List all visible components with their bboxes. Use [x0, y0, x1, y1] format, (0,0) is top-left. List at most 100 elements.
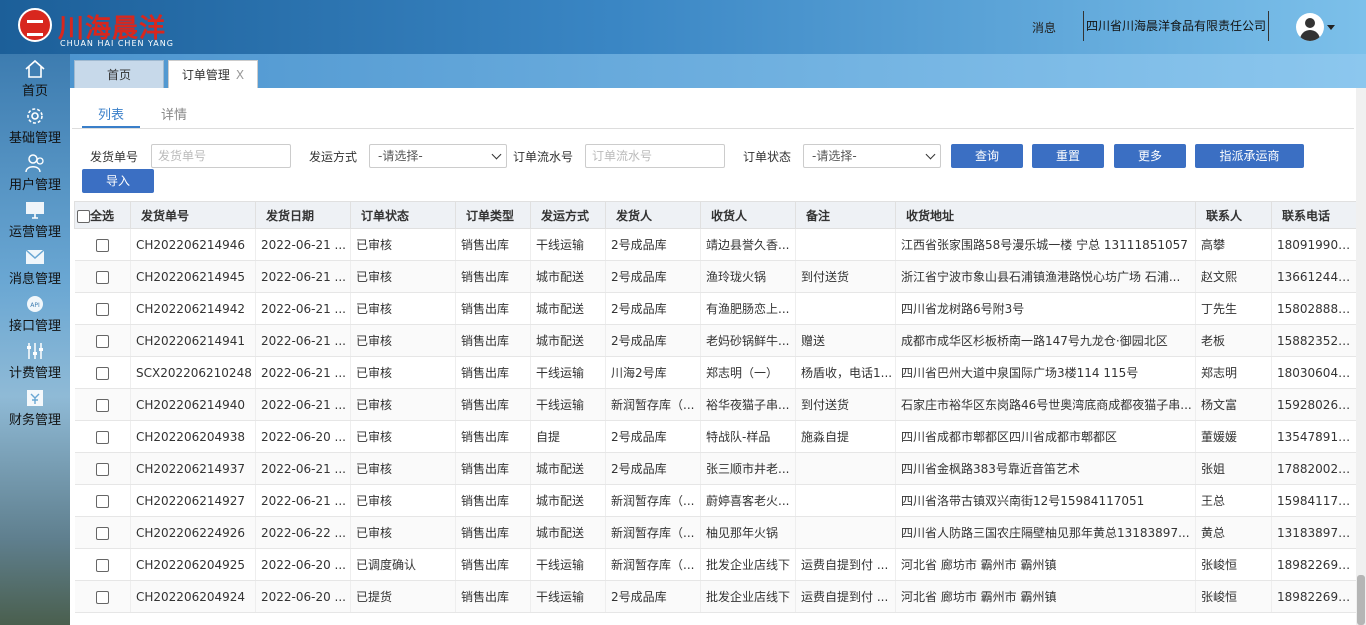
- column-header[interactable]: 发货日期: [255, 201, 351, 229]
- sidebar-item-api[interactable]: API 接口管理: [0, 291, 70, 337]
- row-select-cell: [74, 516, 131, 549]
- table-cell: 销售出库: [455, 356, 531, 389]
- sidebar-item-home[interactable]: 首页: [0, 56, 70, 102]
- table-cell: 2022-06-21 ...: [255, 292, 351, 325]
- table-row[interactable]: CH202206224926 2022-06-22 ... 已审核 销售出库 城市配送新…: [74, 516, 1357, 549]
- row-checkbox[interactable]: [95, 398, 109, 412]
- table-cell: 城市配送: [530, 484, 606, 517]
- sidebar-item-users[interactable]: 用户管理: [0, 150, 70, 196]
- scrollbar-thumb[interactable]: [1357, 575, 1365, 625]
- row-checkbox[interactable]: [95, 302, 109, 316]
- table-cell: 已审核: [350, 356, 456, 389]
- subtab-detail[interactable]: 详情: [150, 104, 198, 128]
- table-row[interactable]: SCX202206210248 2022-06-21 ... 已审核 销售出库 干线运输…: [74, 356, 1357, 389]
- table-cell: 2022-06-20 ...: [255, 420, 351, 453]
- ship-no-input[interactable]: [151, 144, 291, 168]
- row-select-cell: [74, 484, 131, 517]
- column-header[interactable]: 联系电话: [1271, 201, 1357, 229]
- brand-logo[interactable]: 川海晨洋 CHUAN HAI CHEN YANG: [18, 6, 178, 50]
- row-checkbox[interactable]: [95, 270, 109, 284]
- table-row[interactable]: CH202206204924 2022-06-20 ... 已提货 销售出库 干线运输 2…: [74, 580, 1357, 613]
- tab-order-management[interactable]: 订单管理 X: [168, 60, 258, 88]
- more-button[interactable]: 更多: [1114, 144, 1186, 168]
- column-header[interactable]: 收货人: [700, 201, 796, 229]
- user-avatar-icon[interactable]: [1296, 13, 1324, 41]
- table-row[interactable]: CH202206214942 2022-06-21 ... 已审核 销售出库 城市配送 2…: [74, 292, 1357, 325]
- table-cell: 城市配送: [530, 452, 606, 485]
- table-cell: 成都市成华区杉板桥南一路147号九龙仓·御园北区: [895, 324, 1196, 357]
- chevron-down-icon[interactable]: [1327, 25, 1335, 30]
- api-icon: API: [27, 296, 43, 312]
- table-row[interactable]: CH202206214945 2022-06-21 ... 已审核 销售出库 城市配送 2…: [74, 260, 1357, 293]
- column-header[interactable]: 发运方式: [530, 201, 606, 229]
- table-row[interactable]: CH202206214946 2022-06-21 ... 已审核 销售出库 干线运输 2…: [74, 228, 1357, 261]
- import-button[interactable]: 导入: [82, 169, 154, 193]
- table-cell: 运费自提到付 ...: [795, 548, 896, 581]
- column-header[interactable]: 发货人: [605, 201, 701, 229]
- table-cell: 赠送: [795, 324, 896, 357]
- table-cell: 到付送货: [795, 260, 896, 293]
- sidebar-item-basic[interactable]: 基础管理: [0, 103, 70, 149]
- table-cell: 13661244795: [1271, 260, 1357, 293]
- table-cell: 丁先生: [1195, 292, 1272, 325]
- table-row[interactable]: CH202206214937 2022-06-21 ... 已审核 销售出库 城市配送 2…: [74, 452, 1357, 485]
- row-checkbox[interactable]: [95, 526, 109, 540]
- company-name: 四川省川海晨洋食品有限责任公司: [1083, 11, 1270, 41]
- checkbox-icon[interactable]: [77, 209, 90, 223]
- column-header[interactable]: 发货单号: [130, 201, 256, 229]
- table-cell: 2号成品库: [605, 324, 701, 357]
- table-cell: CH202206204938: [130, 420, 256, 453]
- close-icon[interactable]: X: [236, 68, 244, 82]
- table-cell: 2号成品库: [605, 452, 701, 485]
- table-row[interactable]: CH202206214941 2022-06-21 ... 已审核 销售出库 城市配送 2…: [74, 324, 1357, 357]
- row-checkbox[interactable]: [95, 462, 109, 476]
- reset-button[interactable]: 重置: [1032, 144, 1104, 168]
- table-cell: CH202206214940: [130, 388, 256, 421]
- tab-home[interactable]: 首页: [74, 60, 164, 88]
- table-row[interactable]: CH202206214940 2022-06-21 ... 已审核 销售出库 干线运输新…: [74, 388, 1357, 421]
- table-cell: 已审核: [350, 484, 456, 517]
- table-cell: 老板: [1195, 324, 1272, 357]
- query-button[interactable]: 查询: [951, 144, 1023, 168]
- table-row[interactable]: CH202206214927 2022-06-21 ... 已审核 销售出库 城市配送新…: [74, 484, 1357, 517]
- table-cell: 城市配送: [530, 516, 606, 549]
- sidebar-item-operations[interactable]: 运营管理: [0, 197, 70, 243]
- status-select[interactable]: -请选择-: [803, 144, 941, 168]
- table-cell: 干线运输: [530, 356, 606, 389]
- table-cell: 董媛媛: [1195, 420, 1272, 453]
- row-checkbox[interactable]: [95, 334, 109, 348]
- table-cell: 靖边县誉久香...: [700, 228, 796, 261]
- scrollbar[interactable]: [1356, 88, 1366, 625]
- table-cell: 新润暂存库（...: [605, 548, 701, 581]
- row-checkbox[interactable]: [95, 430, 109, 444]
- row-checkbox[interactable]: [95, 366, 109, 380]
- table-row[interactable]: CH202206204938 2022-06-20 ... 已审核 销售出库 自提 2号成…: [74, 420, 1357, 453]
- row-checkbox[interactable]: [95, 494, 109, 508]
- table-cell: 18030604890: [1271, 356, 1357, 389]
- column-header[interactable]: 订单状态: [350, 201, 456, 229]
- messages-link[interactable]: 消息: [1032, 19, 1056, 36]
- table-cell: 2号成品库: [605, 292, 701, 325]
- assign-carrier-button[interactable]: 指派承运商: [1195, 144, 1304, 168]
- column-header[interactable]: 联系人: [1195, 201, 1272, 229]
- table-cell: 自提: [530, 420, 606, 453]
- column-header[interactable]: 收货地址: [895, 201, 1196, 229]
- table-cell: 已调度确认: [350, 548, 456, 581]
- column-header[interactable]: 订单类型: [455, 201, 531, 229]
- table-row[interactable]: CH202206204925 2022-06-20 ... 已调度确认 销售出库 干线运…: [74, 548, 1357, 581]
- select-all-header[interactable]: 全选: [74, 201, 131, 229]
- sidebar-item-finance[interactable]: 财务管理: [0, 385, 70, 431]
- table-cell: 已审核: [350, 452, 456, 485]
- row-checkbox[interactable]: [95, 558, 109, 572]
- table-cell: 河北省 廊坊市 霸州市 霸州镇: [895, 580, 1196, 613]
- subtab-list[interactable]: 列表: [82, 104, 140, 128]
- ship-method-select[interactable]: -请选择-: [369, 144, 507, 168]
- sidebar-item-messages[interactable]: 消息管理: [0, 244, 70, 290]
- table-cell: 销售出库: [455, 452, 531, 485]
- row-checkbox[interactable]: [95, 590, 109, 604]
- table-cell: 18091990101: [1271, 228, 1357, 261]
- serial-input[interactable]: [585, 144, 725, 168]
- sidebar-item-billing[interactable]: 计费管理: [0, 338, 70, 384]
- row-checkbox[interactable]: [95, 238, 109, 252]
- column-header[interactable]: 备注: [795, 201, 896, 229]
